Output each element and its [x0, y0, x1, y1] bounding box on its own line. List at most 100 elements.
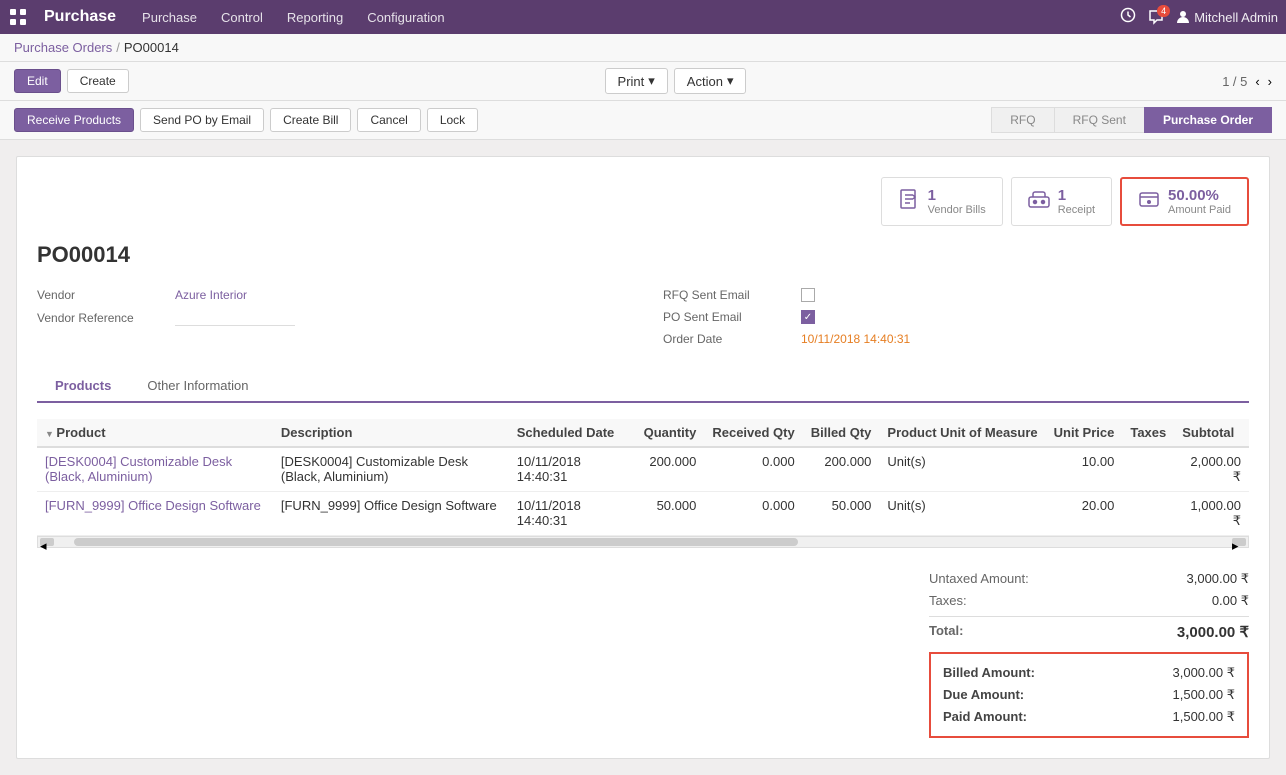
paid-amount-value: 1,500.00 ₹	[1173, 709, 1236, 725]
cell-subtotal-0: 2,000.00 ₹	[1174, 447, 1249, 492]
cell-date-1: 10/11/2018 14:40:31	[509, 492, 636, 536]
cell-desc-0: [DESK0004] Customizable Desk (Black, Alu…	[273, 447, 509, 492]
receipt-label: Receipt	[1058, 204, 1095, 216]
cell-product-1: [FURN_9999] Office Design Software	[37, 492, 273, 536]
rfq-sent-email-row: RFQ Sent Email	[663, 288, 1249, 302]
create-bill-button[interactable]: Create Bill	[270, 108, 351, 132]
col-subtotal: Subtotal	[1174, 419, 1249, 447]
po-number: PO00014	[37, 242, 1249, 268]
stat-buttons: 1 Vendor Bills 1 Receipt	[37, 177, 1249, 226]
total-value: 3,000.00 ₹	[1177, 623, 1249, 641]
form-col-right: RFQ Sent Email PO Sent Email ✓ Order Dat…	[663, 288, 1249, 354]
tab-products[interactable]: Products	[37, 370, 129, 403]
action-button[interactable]: Action ▾	[674, 68, 747, 94]
nav-purchase[interactable]: Purchase	[132, 6, 207, 29]
cell-desc-1: [FURN_9999] Office Design Software	[273, 492, 509, 536]
untaxed-amount-label: Untaxed Amount:	[929, 571, 1029, 587]
order-date-row: Order Date 10/11/2018 14:40:31	[663, 332, 1249, 346]
products-table-container: Product Description Scheduled Date Quant…	[37, 419, 1249, 536]
grid-icon[interactable]	[8, 7, 28, 27]
taxes-value: 0.00 ₹	[1212, 593, 1249, 609]
user-menu[interactable]: Mitchell Admin	[1176, 10, 1278, 25]
edit-button[interactable]: Edit	[14, 69, 61, 93]
highlighted-totals: Billed Amount: 3,000.00 ₹ Due Amount: 1,…	[929, 652, 1249, 738]
tabs: Products Other Information	[37, 370, 1249, 403]
po-sent-email-checkbox[interactable]: ✓	[801, 310, 815, 324]
horizontal-scrollbar[interactable]: ◂ ▸	[37, 536, 1249, 548]
receipt-button[interactable]: 1 Receipt	[1011, 177, 1112, 226]
cell-billed-0: 200.000	[803, 447, 880, 492]
table-row[interactable]: [FURN_9999] Office Design Software [FURN…	[37, 492, 1249, 536]
cell-qty-0: 200.000	[636, 447, 705, 492]
app-title: Purchase	[44, 8, 116, 26]
tab-other-information[interactable]: Other Information	[129, 370, 266, 403]
cell-received-0: 0.000	[704, 447, 802, 492]
cancel-button[interactable]: Cancel	[357, 108, 420, 132]
col-billed-qty: Billed Qty	[803, 419, 880, 447]
page-indicator: 1 / 5	[1222, 74, 1247, 89]
cell-qty-1: 50.000	[636, 492, 705, 536]
breadcrumb-current: PO00014	[124, 40, 179, 55]
order-date-label: Order Date	[663, 332, 793, 346]
paid-amount-label: Paid Amount:	[943, 709, 1027, 725]
po-form: Vendor Azure Interior Vendor Reference R…	[37, 288, 1249, 354]
untaxed-amount-value: 3,000.00 ₹	[1187, 571, 1250, 587]
chat-icon-wrapper[interactable]: 4	[1148, 9, 1164, 25]
page-next-arrow[interactable]: ›	[1268, 74, 1272, 89]
order-date-value: 10/11/2018 14:40:31	[801, 332, 910, 346]
taxes-row: Taxes: 0.00 ₹	[929, 590, 1249, 612]
send-po-by-email-button[interactable]: Send PO by Email	[140, 108, 264, 132]
vendor-bills-count: 1	[928, 187, 986, 204]
cell-received-1: 0.000	[704, 492, 802, 536]
action-bar: Edit Create Print ▾ Action ▾ 1 / 5 ‹ ›	[0, 62, 1286, 101]
print-button[interactable]: Print ▾	[605, 68, 668, 94]
receive-products-button[interactable]: Receive Products	[14, 108, 134, 132]
create-button[interactable]: Create	[67, 69, 129, 93]
cell-date-0: 10/11/2018 14:40:31	[509, 447, 636, 492]
table-row[interactable]: [DESK0004] Customizable Desk (Black, Alu…	[37, 447, 1249, 492]
cell-billed-1: 50.000	[803, 492, 880, 536]
user-name: Mitchell Admin	[1194, 10, 1278, 25]
page-navigation: 1 / 5 ‹ ›	[1222, 74, 1272, 89]
nav-reporting[interactable]: Reporting	[277, 6, 353, 29]
scroll-left-arrow[interactable]: ◂	[40, 538, 54, 546]
clock-icon[interactable]	[1120, 7, 1136, 27]
amount-paid-icon	[1138, 188, 1160, 215]
workflow-purchase-order[interactable]: Purchase Order	[1144, 107, 1272, 133]
scroll-right-arrow[interactable]: ▸	[1232, 538, 1246, 546]
page-prev-arrow[interactable]: ‹	[1255, 74, 1259, 89]
nav-control[interactable]: Control	[211, 6, 273, 29]
breadcrumb-parent[interactable]: Purchase Orders	[14, 40, 112, 55]
cell-uom-0: Unit(s)	[879, 447, 1045, 492]
due-amount-label: Due Amount:	[943, 687, 1024, 703]
po-sent-email-row: PO Sent Email ✓	[663, 310, 1249, 324]
col-product: Product	[37, 419, 273, 447]
vendor-ref-field-row: Vendor Reference	[37, 310, 623, 326]
due-amount-value: 1,500.00 ₹	[1173, 687, 1236, 703]
vendor-bills-button[interactable]: 1 Vendor Bills	[881, 177, 1003, 226]
cell-price-1: 20.00	[1046, 492, 1123, 536]
amount-paid-label: Amount Paid	[1168, 204, 1231, 216]
form-col-left: Vendor Azure Interior Vendor Reference	[37, 288, 623, 354]
untaxed-amount-row: Untaxed Amount: 3,000.00 ₹	[929, 568, 1249, 590]
vendor-reference-value[interactable]	[175, 310, 295, 326]
nav-right: 4 Mitchell Admin	[1120, 7, 1278, 27]
vendor-value[interactable]: Azure Interior	[175, 288, 247, 302]
nav-links: Purchase Control Reporting Configuration	[132, 6, 1104, 29]
workflow-rfq-sent[interactable]: RFQ Sent	[1054, 107, 1145, 133]
workflow-bar: RFQ RFQ Sent Purchase Order	[992, 107, 1272, 133]
cell-taxes-1	[1122, 492, 1174, 536]
due-amount-row: Due Amount: 1,500.00 ₹	[943, 684, 1235, 706]
lock-button[interactable]: Lock	[427, 108, 478, 132]
paid-amount-row: Paid Amount: 1,500.00 ₹	[943, 706, 1235, 728]
cell-price-0: 10.00	[1046, 447, 1123, 492]
billed-amount-label: Billed Amount:	[943, 665, 1035, 681]
scroll-thumb[interactable]	[74, 538, 798, 546]
vendor-reference-label: Vendor Reference	[37, 311, 167, 325]
cell-uom-1: Unit(s)	[879, 492, 1045, 536]
nav-configuration[interactable]: Configuration	[357, 6, 454, 29]
rfq-sent-email-checkbox[interactable]	[801, 288, 815, 302]
workflow-rfq[interactable]: RFQ	[991, 107, 1054, 133]
breadcrumb-separator: /	[116, 40, 120, 55]
amount-paid-button[interactable]: 50.00% Amount Paid	[1120, 177, 1249, 226]
